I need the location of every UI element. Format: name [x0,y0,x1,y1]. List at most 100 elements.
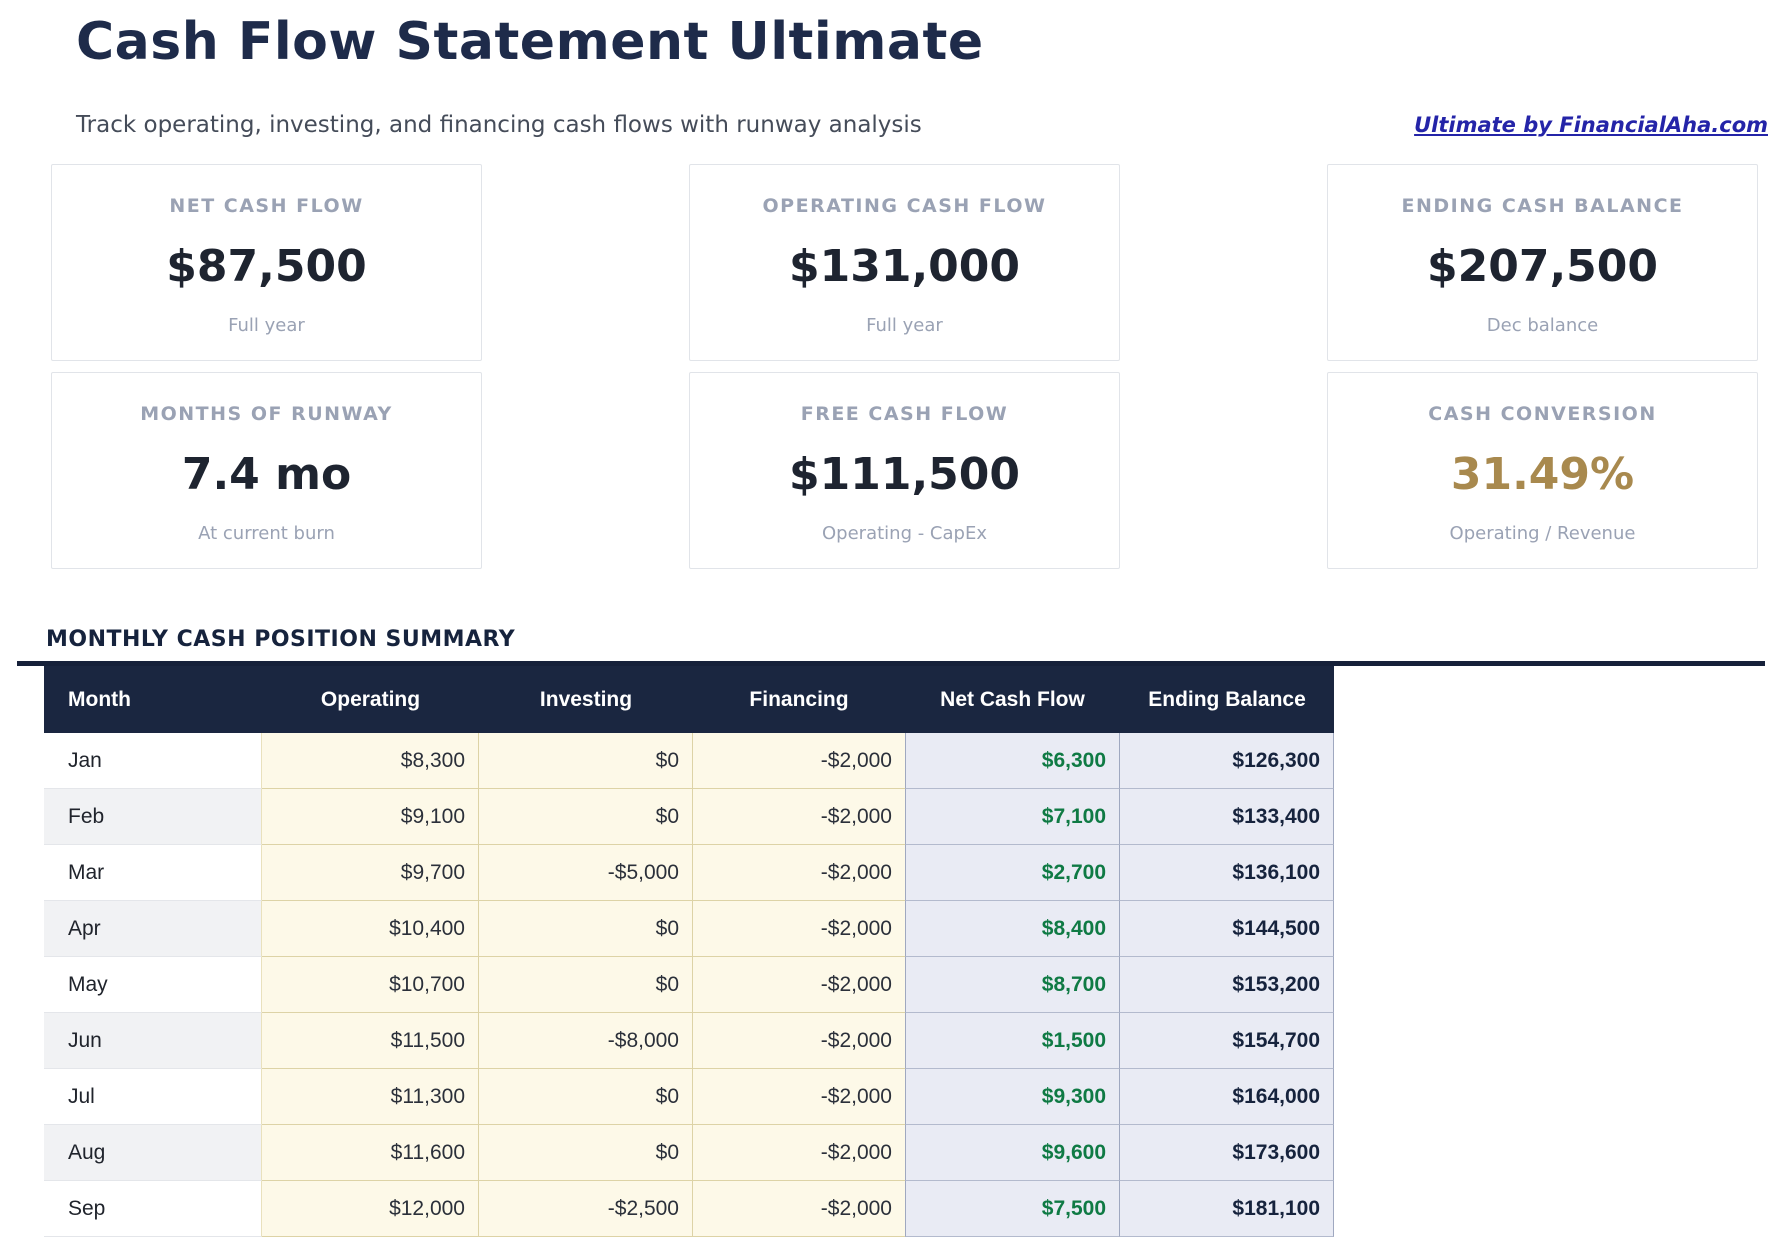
cell-investing: -$5,000 [479,845,693,901]
cell-net-cash-flow: $2,700 [905,845,1120,901]
kpi-label: MONTHS OF RUNWAY [140,403,393,425]
cell-investing: $0 [479,901,693,957]
cell-financing: -$2,000 [693,1013,905,1069]
cell-financing: -$2,000 [693,845,905,901]
table-row: Jul $11,300 $0 -$2,000 $9,300 $164,000 [44,1069,1334,1125]
cell-financing: -$2,000 [693,733,905,789]
cell-ending-balance: $154,700 [1120,1013,1334,1069]
cell-ending-balance: $173,600 [1120,1125,1334,1181]
cell-month: Jun [44,1013,262,1069]
cell-financing: -$2,000 [693,1125,905,1181]
cell-investing: $0 [479,957,693,1013]
cell-net-cash-flow: $1,500 [905,1013,1120,1069]
table-row: Sep $12,000 -$2,500 -$2,000 $7,500 $181,… [44,1181,1334,1237]
table-row: Mar $9,700 -$5,000 -$2,000 $2,700 $136,1… [44,845,1334,901]
kpi-value: $131,000 [788,241,1021,292]
kpi-value: $207,500 [1426,241,1659,292]
kpi-subtitle: Operating - CapEx [822,523,987,544]
cash-position-table: Month Operating Investing Financing Net Cash… [44,666,1334,1237]
cell-month: Mar [44,845,262,901]
cell-investing: $0 [479,789,693,845]
cell-financing: -$2,000 [693,1069,905,1125]
kpi-subtitle: Full year [228,315,305,336]
page-title: Cash Flow Statement Ultimate [76,12,984,72]
cell-net-cash-flow: $8,400 [905,901,1120,957]
kpi-value: 31.49% [1450,449,1635,500]
cell-financing: -$2,000 [693,957,905,1013]
kpi-card: FREE CASH FLOW $111,500 Operating - CapE… [689,372,1120,569]
cell-financing: -$2,000 [693,1181,905,1237]
kpi-card: NET CASH FLOW $87,500 Full year [51,164,482,361]
cell-investing: $0 [479,1069,693,1125]
cell-ending-balance: $164,000 [1120,1069,1334,1125]
kpi-grid: NET CASH FLOW $87,500 Full year OPERATIN… [51,164,1782,569]
cell-investing: $0 [479,733,693,789]
cell-operating: $8,300 [262,733,479,789]
cell-month: Feb [44,789,262,845]
kpi-value: $87,500 [166,241,367,292]
cell-month: Aug [44,1125,262,1181]
cell-operating: $11,300 [262,1069,479,1125]
cell-month: Apr [44,901,262,957]
cell-financing: -$2,000 [693,789,905,845]
column-header-ending-balance: Ending Balance [1120,666,1334,733]
subtitle-row: Track operating, investing, and financin… [76,112,1768,138]
kpi-label: FREE CASH FLOW [800,403,1009,425]
column-header-investing: Investing [479,666,693,733]
column-header-month: Month [44,666,262,733]
column-header-financing: Financing [693,666,905,733]
kpi-value: 7.4 mo [181,449,352,500]
column-header-net-cash-flow: Net Cash Flow [905,666,1120,733]
cell-operating: $11,500 [262,1013,479,1069]
cell-month: Jan [44,733,262,789]
table-row: Aug $11,600 $0 -$2,000 $9,600 $173,600 [44,1125,1334,1181]
cell-net-cash-flow: $6,300 [905,733,1120,789]
kpi-card: CASH CONVERSION 31.49% Operating / Reven… [1327,372,1758,569]
kpi-subtitle: Operating / Revenue [1449,523,1636,544]
cell-month: Jul [44,1069,262,1125]
cell-net-cash-flow: $9,600 [905,1125,1120,1181]
cell-ending-balance: $181,100 [1120,1181,1334,1237]
cell-ending-balance: $153,200 [1120,957,1334,1013]
cell-operating: $9,100 [262,789,479,845]
cell-net-cash-flow: $7,100 [905,789,1120,845]
cell-investing: $0 [479,1125,693,1181]
cell-ending-balance: $144,500 [1120,901,1334,957]
table-row: Jun $11,500 -$8,000 -$2,000 $1,500 $154,… [44,1013,1334,1069]
brand-link[interactable]: Ultimate by FinancialAha.com [1414,113,1768,137]
kpi-label: ENDING CASH BALANCE [1401,195,1684,217]
page: Cash Flow Statement Ultimate Track opera… [0,0,1782,1257]
cell-financing: -$2,000 [693,901,905,957]
cell-month: Sep [44,1181,262,1237]
section-title: MONTHLY CASH POSITION SUMMARY [46,627,516,652]
cell-investing: -$2,500 [479,1181,693,1237]
cell-investing: -$8,000 [479,1013,693,1069]
cell-operating: $12,000 [262,1181,479,1237]
cell-month: May [44,957,262,1013]
cell-ending-balance: $126,300 [1120,733,1334,789]
kpi-label: CASH CONVERSION [1428,403,1657,425]
cell-operating: $9,700 [262,845,479,901]
cell-operating: $11,600 [262,1125,479,1181]
table-row: May $10,700 $0 -$2,000 $8,700 $153,200 [44,957,1334,1013]
kpi-label: NET CASH FLOW [169,195,364,217]
page-subtitle: Track operating, investing, and financin… [76,112,922,138]
cell-operating: $10,400 [262,901,479,957]
kpi-subtitle: Dec balance [1486,315,1599,336]
column-header-operating: Operating [262,666,479,733]
kpi-card: OPERATING CASH FLOW $131,000 Full year [689,164,1120,361]
kpi-card: ENDING CASH BALANCE $207,500 Dec balance [1327,164,1758,361]
table-header-row: Month Operating Investing Financing Net Cash… [44,666,1334,733]
kpi-subtitle: Full year [866,315,943,336]
kpi-card: MONTHS OF RUNWAY 7.4 mo At current burn [51,372,482,569]
kpi-subtitle: At current burn [198,523,335,544]
table-row: Feb $9,100 $0 -$2,000 $7,100 $133,400 [44,789,1334,845]
cell-net-cash-flow: $7,500 [905,1181,1120,1237]
cell-net-cash-flow: $8,700 [905,957,1120,1013]
kpi-label: OPERATING CASH FLOW [762,195,1047,217]
table-row: Jan $8,300 $0 -$2,000 $6,300 $126,300 [44,733,1334,789]
cell-operating: $10,700 [262,957,479,1013]
cell-ending-balance: $136,100 [1120,845,1334,901]
cell-net-cash-flow: $9,300 [905,1069,1120,1125]
cell-ending-balance: $133,400 [1120,789,1334,845]
